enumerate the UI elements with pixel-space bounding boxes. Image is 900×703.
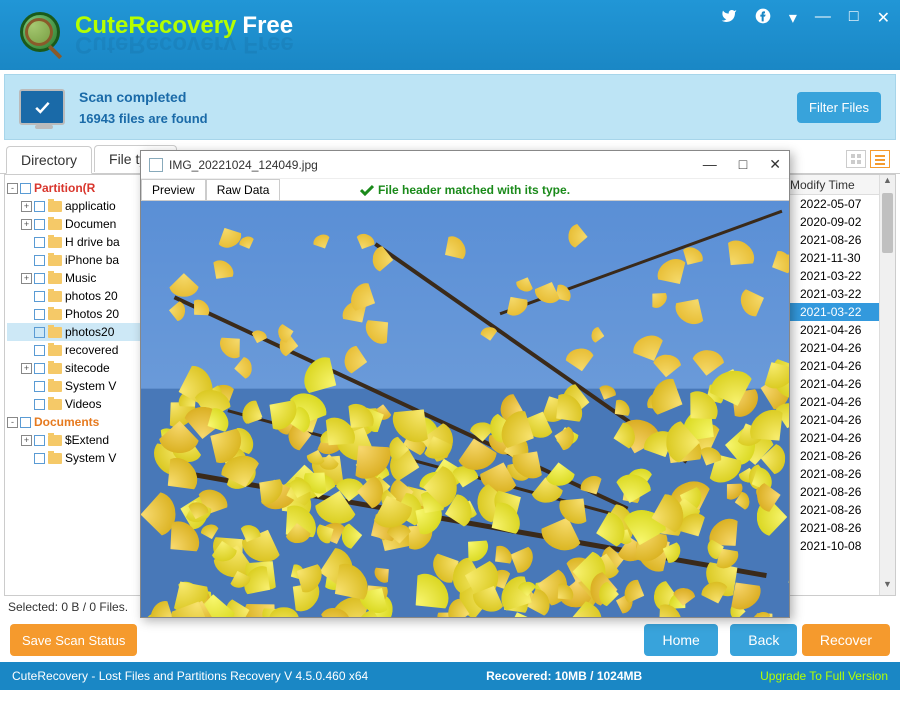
back-button[interactable]: Back: [730, 624, 797, 656]
checkbox[interactable]: [34, 309, 45, 320]
expand-icon[interactable]: +: [21, 273, 32, 284]
tree-item[interactable]: Photos 20: [65, 307, 119, 321]
checkbox[interactable]: [34, 201, 45, 212]
expand-icon[interactable]: +: [21, 363, 32, 374]
tree-item[interactable]: H drive ba: [65, 235, 120, 249]
brand-reflection: CuteRecovery Free: [75, 30, 294, 58]
tree-item[interactable]: recovered: [65, 343, 118, 357]
recovered-progress: Recovered: 10MB / 1024MB: [486, 669, 642, 683]
preview-window: IMG_20221024_124049.jpg ― □ ✕ Preview Ra…: [140, 150, 790, 618]
scroll-up-icon[interactable]: ▲: [880, 175, 895, 191]
checkbox[interactable]: [34, 255, 45, 266]
folder-icon: [48, 435, 62, 446]
folder-icon: [48, 399, 62, 410]
tree-item[interactable]: photos 20: [65, 289, 118, 303]
tree-root-partition[interactable]: Partition(R: [34, 181, 95, 195]
tree-item[interactable]: $Extend: [65, 433, 109, 447]
folder-icon: [48, 201, 62, 212]
expand-icon[interactable]: -: [7, 417, 18, 428]
app-version: CuteRecovery - Lost Files and Partitions…: [12, 669, 368, 683]
checkbox[interactable]: [34, 237, 45, 248]
bottom-bar: CuteRecovery - Lost Files and Partitions…: [0, 662, 900, 690]
folder-icon: [48, 363, 62, 374]
tree-item[interactable]: System V: [65, 451, 116, 465]
scroll-down-icon[interactable]: ▼: [880, 579, 895, 595]
tree-item[interactable]: sitecode: [65, 361, 110, 375]
checkbox[interactable]: [34, 381, 45, 392]
folder-icon: [48, 255, 62, 266]
view-grid-icon[interactable]: [846, 150, 866, 168]
close-icon[interactable]: ✕: [877, 8, 890, 29]
maximize-icon[interactable]: □: [849, 8, 859, 29]
folder-icon: [48, 273, 62, 284]
checkbox[interactable]: [34, 345, 45, 356]
check-icon: [360, 184, 374, 196]
view-list-icon[interactable]: [870, 150, 890, 168]
tab-directory[interactable]: Directory: [6, 146, 92, 174]
save-scan-button[interactable]: Save Scan Status: [10, 624, 137, 656]
scan-status-bar: Scan completed 16943 files are found Fil…: [4, 74, 896, 140]
folder-icon: [48, 453, 62, 464]
column-modify-time[interactable]: Modify Time: [790, 178, 855, 192]
preview-maximize-icon[interactable]: □: [739, 156, 747, 173]
folder-icon: [48, 237, 62, 248]
app-logo-icon: [15, 10, 65, 60]
checkbox[interactable]: [34, 363, 45, 374]
checkbox[interactable]: [20, 183, 31, 194]
minimize-icon[interactable]: ―: [815, 8, 831, 29]
checkbox[interactable]: [34, 327, 45, 338]
checkbox[interactable]: [34, 435, 45, 446]
checkbox[interactable]: [34, 291, 45, 302]
home-button[interactable]: Home: [644, 624, 717, 656]
preview-tab-preview[interactable]: Preview: [141, 179, 206, 200]
checkbox[interactable]: [34, 399, 45, 410]
folder-icon: [48, 291, 62, 302]
expand-icon[interactable]: +: [21, 201, 32, 212]
scroll-thumb[interactable]: [882, 193, 893, 253]
folder-icon: [48, 309, 62, 320]
file-icon: [149, 158, 163, 172]
checkbox[interactable]: [34, 273, 45, 284]
menu-icon[interactable]: ▾: [789, 8, 797, 29]
folder-icon: [48, 327, 62, 338]
twitter-icon[interactable]: [721, 8, 737, 29]
preview-close-icon[interactable]: ✕: [769, 156, 781, 173]
tree-item[interactable]: photos20: [65, 325, 114, 339]
upgrade-link[interactable]: Upgrade To Full Version: [760, 669, 888, 683]
tree-item[interactable]: Music: [65, 271, 96, 285]
preview-minimize-icon[interactable]: ―: [703, 156, 717, 173]
checkbox[interactable]: [34, 453, 45, 464]
app-brand: CuteRecoveryFree CuteRecovery Free: [75, 12, 294, 58]
expand-icon[interactable]: +: [21, 219, 32, 230]
filter-files-button[interactable]: Filter Files: [797, 92, 881, 123]
preview-tab-rawdata[interactable]: Raw Data: [206, 179, 281, 200]
tree-item[interactable]: applicatio: [65, 199, 116, 213]
title-bar: CuteRecoveryFree CuteRecovery Free ▾ ― □…: [0, 0, 900, 70]
recover-button[interactable]: Recover: [802, 624, 890, 656]
tree-root-documents[interactable]: Documents: [34, 415, 99, 429]
tree-item[interactable]: Videos: [65, 397, 101, 411]
tree-item[interactable]: iPhone ba: [65, 253, 119, 267]
expand-icon[interactable]: -: [7, 183, 18, 194]
scan-count: 16943 files are found: [79, 111, 208, 126]
tree-item[interactable]: System V: [65, 379, 116, 393]
checkbox[interactable]: [34, 219, 45, 230]
scrollbar[interactable]: ▲ ▼: [879, 175, 895, 595]
monitor-check-icon: [19, 89, 65, 125]
expand-icon[interactable]: +: [21, 435, 32, 446]
tree-item[interactable]: Documen: [65, 217, 116, 231]
checkbox[interactable]: [20, 417, 31, 428]
scan-title: Scan completed: [79, 89, 208, 105]
preview-titlebar[interactable]: IMG_20221024_124049.jpg ― □ ✕: [141, 151, 789, 179]
folder-icon: [48, 345, 62, 356]
header-match-message: File header matched with its type.: [360, 183, 570, 197]
facebook-icon[interactable]: [755, 8, 771, 29]
preview-filename: IMG_20221024_124049.jpg: [169, 158, 318, 172]
folder-icon: [48, 219, 62, 230]
preview-image: [141, 201, 789, 617]
folder-icon: [48, 381, 62, 392]
